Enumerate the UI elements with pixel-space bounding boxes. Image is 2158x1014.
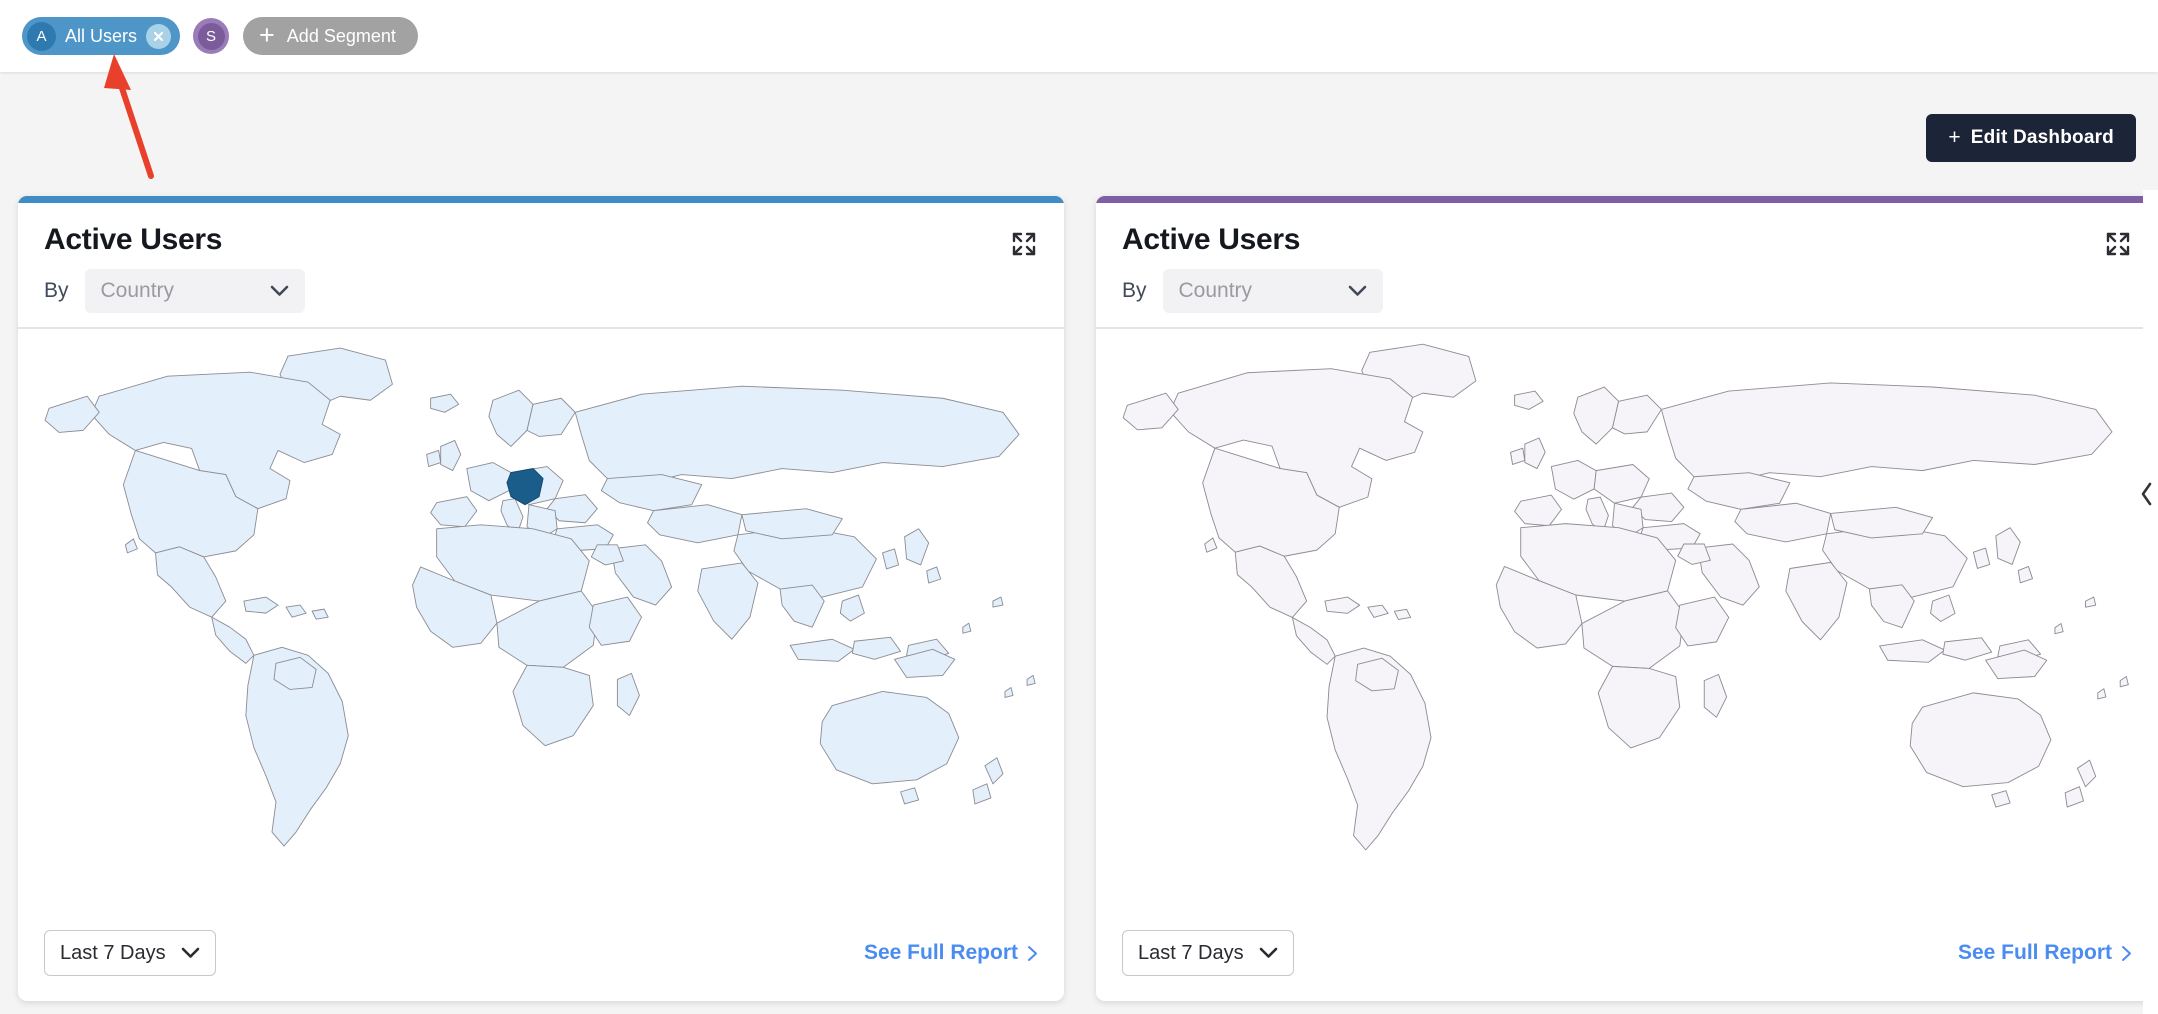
dimension-select-value: Country (100, 279, 175, 302)
dashboard-cards-area: Active Users By Country Last 7 Days See … (0, 190, 2158, 1014)
expand-fullscreen-icon[interactable] (1010, 230, 1038, 258)
card-accent-bar (18, 196, 1064, 203)
card-header: Active Users By Country (1096, 203, 2158, 329)
card-footer: Last 7 Days See Full Report (1096, 905, 2158, 1001)
chevron-down-icon (1259, 947, 1278, 958)
dashboard-card-active-users-2: Active Users By Country Last 7 Days See … (1096, 196, 2158, 1001)
edit-dashboard-label: Edit Dashboard (1970, 127, 2114, 148)
chevron-right-icon (1028, 945, 1037, 961)
segment-avatar-icon: A (27, 21, 56, 51)
date-range-value: Last 7 Days (1138, 941, 1244, 964)
card-header: Active Users By Country (18, 203, 1064, 329)
date-range-select[interactable]: Last 7 Days (44, 930, 216, 976)
world-map-1[interactable] (18, 329, 1064, 905)
card-title: Active Users (44, 223, 223, 256)
dimension-select[interactable]: Country (84, 269, 305, 313)
card-title: Active Users (1122, 223, 1301, 256)
chevron-left-icon[interactable] (2139, 482, 2154, 510)
right-side-panel (2143, 190, 2158, 1014)
dashboard-action-row: + Edit Dashboard (0, 72, 2158, 190)
plus-icon: + (1948, 126, 1961, 149)
card-footer: Last 7 Days See Full Report (18, 905, 1064, 1001)
dashboard-card-active-users-1: Active Users By Country Last 7 Days See … (18, 196, 1064, 1001)
dimension-selector-row: By Country (1122, 269, 2132, 313)
chevron-down-icon (181, 947, 200, 958)
plus-icon: + (259, 19, 275, 50)
card-map-body (18, 329, 1064, 905)
see-full-report-link[interactable]: See Full Report (1958, 941, 2132, 965)
add-segment-label: Add Segment (286, 25, 396, 46)
chevron-right-icon (2122, 945, 2131, 961)
date-range-value: Last 7 Days (60, 941, 166, 964)
date-range-select[interactable]: Last 7 Days (1122, 930, 1294, 976)
see-full-report-label: See Full Report (863, 941, 1018, 964)
card-map-body (1096, 329, 2158, 905)
see-full-report-link[interactable]: See Full Report (864, 941, 1038, 965)
see-full-report-label: See Full Report (1957, 941, 2112, 964)
edit-dashboard-button[interactable]: + Edit Dashboard (1926, 114, 2136, 162)
expand-fullscreen-icon[interactable] (2104, 230, 2132, 258)
world-map-2[interactable] (1096, 329, 2158, 905)
chevron-down-icon (270, 285, 288, 296)
user-avatar[interactable]: S (193, 18, 230, 54)
by-label: By (44, 279, 69, 302)
segment-bar: A All Users S + Add Segment (0, 0, 2158, 72)
dimension-select-value: Country (1178, 279, 1253, 302)
segment-pill-all-users[interactable]: A All Users (22, 17, 181, 55)
segment-label: All Users (65, 25, 138, 46)
close-x-icon[interactable] (146, 23, 172, 49)
by-label: By (1122, 279, 1147, 302)
add-segment-button[interactable]: + Add Segment (243, 17, 418, 55)
dimension-select[interactable]: Country (1162, 269, 1383, 313)
chevron-down-icon (1348, 285, 1366, 296)
avatar-initial: S (197, 22, 225, 50)
card-accent-bar (1096, 196, 2158, 203)
dimension-selector-row: By Country (44, 269, 1038, 313)
